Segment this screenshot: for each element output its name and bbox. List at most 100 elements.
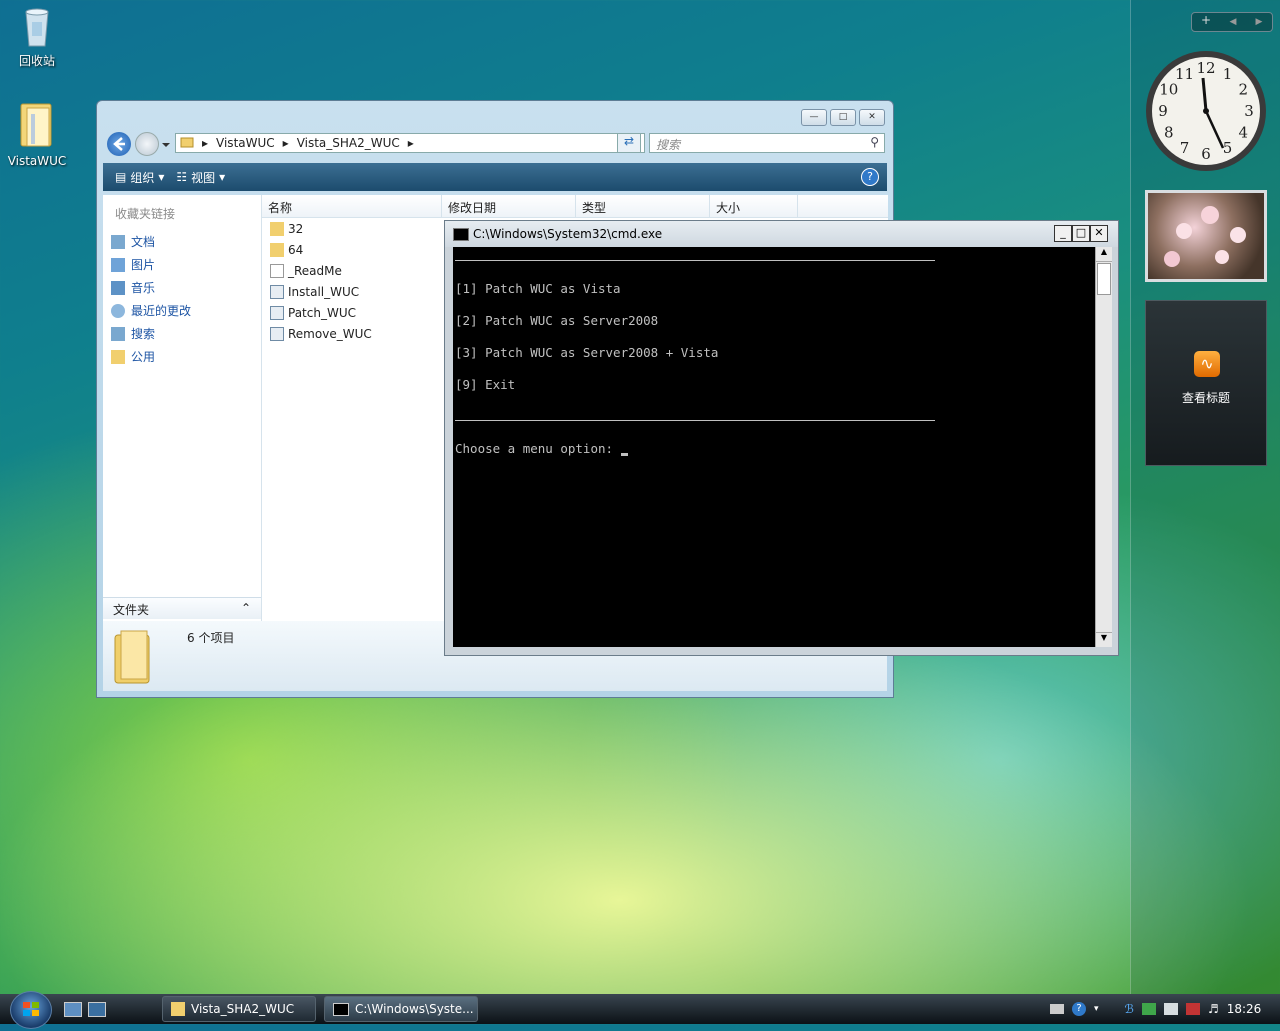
console-prompt: Choose a menu option:	[455, 441, 628, 456]
feed-headlines-gadget[interactable]: ∿ 查看标题	[1145, 300, 1267, 466]
slideshow-gadget[interactable]	[1145, 190, 1267, 282]
nav-link-search[interactable]: 搜索	[103, 322, 261, 345]
nav-link-public[interactable]: 公用	[103, 345, 261, 368]
search-input[interactable]: 搜索 ⚲	[649, 133, 885, 153]
minimize-button[interactable]: _	[1054, 225, 1072, 242]
script-file-icon	[270, 326, 284, 341]
desktop-icon-vistawuc[interactable]: VistaWUC	[2, 100, 72, 168]
clock-numeral: 7	[1180, 139, 1190, 157]
task-label: C:\Windows\Syste...	[355, 1002, 474, 1016]
recycle-bin-icon	[20, 4, 54, 48]
desktop-icon-recycle-bin[interactable]: 回收站	[2, 4, 72, 69]
music-icon	[111, 280, 125, 295]
nav-link-label: 文档	[131, 235, 156, 249]
recent-pages-dropdown[interactable]	[161, 139, 171, 149]
folder-icon	[270, 221, 284, 236]
refresh-icon: ⇄	[623, 134, 635, 148]
quicklaunch-show-desktop[interactable]	[64, 1002, 82, 1017]
console-scrollbar[interactable]: ▲ ▼	[1095, 247, 1112, 647]
organize-icon: ▤	[115, 170, 127, 184]
wifi-icon[interactable]	[1163, 1003, 1178, 1015]
search-icon: ⚲	[870, 135, 879, 149]
column-headers: 名称 修改日期 类型 大小	[262, 195, 888, 218]
windows-logo-icon	[23, 1002, 39, 1016]
column-header-date[interactable]: 修改日期	[442, 195, 576, 217]
volume-icon[interactable]: ♬	[1208, 1002, 1219, 1016]
breadcrumb-item[interactable]: Vista_SHA2_WUC	[297, 136, 400, 150]
scroll-down-button[interactable]: ▼	[1096, 632, 1112, 647]
file-name: 32	[288, 221, 304, 236]
minimize-button[interactable]: —	[801, 109, 827, 126]
folder-icon	[180, 135, 194, 152]
column-header-size[interactable]: 大小	[710, 195, 798, 217]
column-header-type[interactable]: 类型	[576, 195, 710, 217]
add-gadget-icon[interactable]: +	[1192, 13, 1220, 31]
taskbar-item-explorer[interactable]: Vista_SHA2_WUC	[162, 996, 316, 1022]
close-button[interactable]: ✕	[859, 109, 885, 126]
nav-link-pictures[interactable]: 图片	[103, 253, 261, 276]
rss-icon: ∿	[1194, 351, 1220, 377]
nav-link-music[interactable]: 音乐	[103, 276, 261, 299]
network-icon[interactable]	[1141, 1003, 1156, 1015]
scroll-up-button[interactable]: ▲	[1096, 247, 1112, 262]
views-label: 视图	[191, 170, 216, 185]
cmd-app-icon	[333, 1002, 349, 1016]
arrow-left-icon	[113, 137, 125, 151]
nav-link-documents[interactable]: 文档	[103, 230, 261, 253]
nav-link-label: 图片	[131, 258, 156, 272]
breadcrumb-item[interactable]: VistaWUC	[216, 136, 275, 150]
window-controls: — □ ✕	[801, 109, 885, 126]
power-icon[interactable]	[1185, 1003, 1200, 1015]
large-folder-icon	[111, 627, 155, 685]
clock-numeral: 8	[1164, 124, 1174, 142]
cmd-window[interactable]: C:\Windows\System32\cmd.exe _ □ ✕ [1] Pa…	[444, 220, 1119, 656]
tray-clock[interactable]: 18:26	[1227, 1002, 1262, 1016]
views-button[interactable]: ☷ 视图 ▾	[176, 169, 225, 186]
breadcrumb-separator: ▸	[282, 136, 289, 150]
clock-gadget[interactable]: 12 12 3 45678 9 1011	[1143, 48, 1269, 174]
folders-toggle[interactable]: 文件夹 ⌃	[103, 597, 261, 619]
back-button[interactable]	[107, 132, 131, 156]
menu-option-9: [9] Exit	[455, 377, 516, 392]
address-bar[interactable]: ▸ VistaWUC ▸ Vista_SHA2_WUC ▸ ▾	[175, 133, 645, 153]
column-header-name[interactable]: 名称	[262, 195, 442, 217]
chevron-down-icon	[162, 143, 170, 147]
organize-button[interactable]: ▤ 组织 ▾	[115, 169, 164, 186]
file-name: Patch_WUC	[288, 305, 356, 320]
taskbar-item-cmd[interactable]: C:\Windows\Syste...	[324, 996, 478, 1022]
cmd-titlebar[interactable]: C:\Windows\System32\cmd.exe	[445, 221, 1118, 247]
system-tray: ? ▾ ℬ ♬ 18:26	[1050, 994, 1280, 1024]
chevron-left-icon[interactable]: ◀	[1220, 13, 1246, 31]
nav-link-label: 最近的更改	[131, 304, 192, 318]
start-button[interactable]	[10, 991, 52, 1029]
close-button[interactable]: ✕	[1090, 225, 1108, 242]
menu-option-1: [1] Patch WUC as Vista	[455, 281, 621, 296]
scroll-thumb[interactable]	[1097, 263, 1111, 295]
forward-button[interactable]	[135, 132, 159, 156]
help-icon[interactable]: ?	[1072, 1002, 1086, 1016]
folder-icon	[171, 1002, 185, 1016]
folders-label: 文件夹	[113, 603, 150, 617]
console-output[interactable]: [1] Patch WUC as Vista [2] Patch WUC as …	[453, 247, 1095, 647]
desktop-icon-label: VistaWUC	[7, 154, 67, 168]
console-rule	[455, 420, 935, 421]
chevron-right-icon[interactable]: ▶	[1246, 13, 1272, 31]
clock-numeral: 6	[1201, 145, 1211, 163]
file-name: _ReadMe	[288, 263, 342, 278]
clock-numeral: 12	[1196, 59, 1215, 77]
clock-numeral: 5	[1223, 139, 1233, 157]
maximize-button[interactable]: □	[1072, 225, 1090, 242]
file-name: Remove_WUC	[288, 326, 372, 341]
pictures-icon	[111, 257, 125, 272]
nav-link-recent[interactable]: 最近的更改	[103, 299, 261, 322]
quicklaunch-switch-windows[interactable]	[88, 1002, 106, 1017]
refresh-button[interactable]: ⇄	[617, 133, 641, 153]
file-name: Install_WUC	[288, 284, 360, 299]
help-button[interactable]: ?	[861, 168, 879, 186]
keyboard-icon[interactable]	[1050, 1004, 1064, 1014]
bluetooth-icon[interactable]: ℬ	[1125, 1002, 1134, 1016]
tray-chevron-icon[interactable]: ▾	[1094, 1004, 1099, 1014]
maximize-button[interactable]: □	[830, 109, 856, 126]
clock-numeral: 3	[1244, 102, 1254, 120]
public-folder-icon	[111, 349, 125, 364]
